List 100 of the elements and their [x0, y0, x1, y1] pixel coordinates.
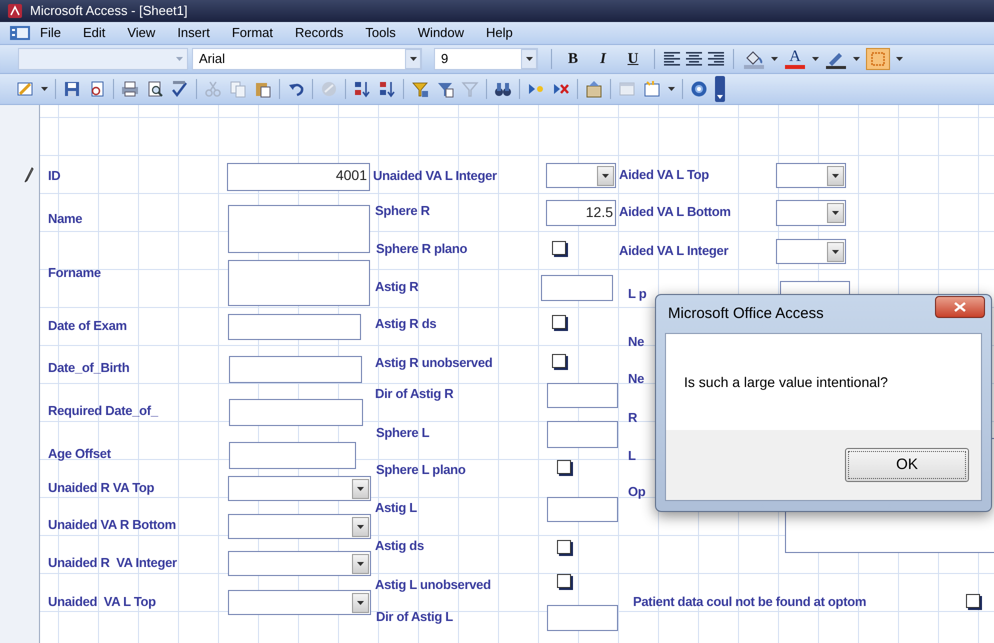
combo-box[interactable] [546, 163, 616, 188]
menu-item[interactable]: Edit [80, 23, 108, 43]
filter-by-form-icon[interactable] [436, 80, 454, 98]
form-icon[interactable] [10, 26, 30, 40]
print-preview-icon[interactable] [146, 80, 164, 98]
checkbox[interactable] [557, 460, 571, 474]
help-icon[interactable] [690, 80, 708, 98]
menu-item[interactable]: File [38, 23, 63, 43]
combo-box[interactable] [228, 476, 371, 501]
dropdown-arrow-icon [357, 486, 364, 490]
field-label: Ne [628, 334, 644, 350]
menu-item[interactable]: Format [230, 23, 275, 43]
field-label: Astig R ds [375, 316, 436, 332]
text-box[interactable] [228, 205, 370, 253]
text-box[interactable] [228, 260, 370, 306]
paint-bucket-icon[interactable] [743, 49, 765, 69]
properties-icon[interactable] [585, 80, 603, 98]
field-label: Age Offset [48, 446, 111, 462]
save-icon[interactable] [63, 80, 81, 98]
dropdown-arrow-icon[interactable] [771, 57, 778, 61]
text-box[interactable] [228, 314, 361, 340]
paste-icon[interactable] [254, 80, 272, 98]
dropdown-arrow-icon[interactable] [668, 87, 675, 91]
combo-box[interactable] [228, 514, 371, 539]
toolbar-options-button[interactable] [715, 76, 725, 102]
field-label: Aided VA L Bottom [619, 204, 731, 220]
bold-button[interactable]: B [561, 48, 585, 70]
text-box[interactable]: 4001 [227, 163, 370, 191]
dropdown-arrow-icon[interactable] [41, 87, 48, 91]
pencil-icon [24, 167, 34, 183]
menu-item[interactable]: Help [484, 23, 515, 43]
font-color-button[interactable]: A [784, 49, 806, 69]
checkbox[interactable] [966, 594, 980, 608]
combo-box[interactable] [776, 239, 846, 264]
dropdown-arrow-icon [832, 211, 839, 215]
sort-ascending-icon[interactable] [353, 80, 371, 98]
close-button[interactable] [935, 296, 985, 318]
field-label: Date of Exam [48, 318, 127, 334]
dropdown-button[interactable] [521, 49, 537, 69]
text-box[interactable]: 12.5 [546, 200, 616, 226]
field-label: Forname [48, 265, 101, 281]
field-label: Sphere R [375, 203, 430, 219]
dropdown-arrow-icon [832, 250, 839, 254]
field-label: Unaided R VA Integer [48, 555, 177, 571]
dropdown-arrow-icon [357, 524, 364, 528]
field-label: Astig ds [375, 538, 424, 554]
ok-button[interactable]: OK [845, 448, 969, 482]
font-combo[interactable]: Arial [192, 48, 422, 70]
field-label: Unaided VA R Bottom [48, 517, 176, 533]
dropdown-arrow-icon[interactable] [812, 57, 819, 61]
sort-descending-icon[interactable] [378, 80, 396, 98]
underline-button[interactable]: U [621, 48, 645, 70]
checkbox[interactable] [557, 574, 571, 588]
text-box[interactable] [541, 275, 613, 301]
text-box[interactable] [229, 442, 356, 469]
text-box[interactable] [547, 497, 618, 522]
border-icon [871, 52, 885, 66]
dropdown-arrow-icon [602, 174, 609, 178]
menu-item[interactable]: View [125, 23, 158, 43]
field-label: Aided VA L Integer [619, 243, 728, 259]
checkbox[interactable] [557, 540, 571, 554]
combo-box[interactable] [776, 163, 846, 188]
dialog-message: Is such a large value intentional? [684, 372, 888, 392]
printer-icon[interactable] [121, 80, 139, 98]
italic-button[interactable]: I [591, 48, 615, 70]
menu-item[interactable]: Records [293, 23, 346, 43]
menu-item[interactable]: Window [416, 23, 466, 43]
checkbox[interactable] [552, 315, 566, 329]
text-box[interactable] [229, 399, 363, 426]
field-label: Sphere L [376, 425, 430, 441]
align-left-icon[interactable] [664, 51, 680, 67]
filter-by-selection-icon[interactable] [411, 80, 429, 98]
binoculars-icon[interactable] [494, 80, 512, 98]
window-title: Microsoft Access - [Sheet1] [30, 2, 188, 20]
text-box[interactable] [547, 421, 618, 448]
align-center-icon[interactable] [686, 51, 702, 67]
combo-box[interactable] [228, 551, 371, 576]
combo-box[interactable] [228, 590, 371, 615]
dropdown-arrow-icon[interactable] [896, 57, 903, 61]
spelling-icon[interactable] [171, 80, 189, 98]
dropdown-arrow-icon[interactable] [853, 57, 860, 61]
field-label: Astig L unobserved [375, 577, 491, 593]
field-label: Unaided VA L Top [48, 594, 156, 610]
menu-item[interactable]: Tools [363, 23, 398, 43]
text-box[interactable] [547, 605, 618, 631]
dropdown-button[interactable] [405, 49, 421, 69]
view-icon[interactable] [16, 80, 34, 98]
new-object-icon[interactable] [643, 80, 661, 98]
align-right-icon[interactable] [708, 51, 724, 67]
checkbox[interactable] [552, 241, 566, 255]
combo-box[interactable] [776, 200, 846, 226]
text-box[interactable] [547, 383, 618, 408]
field-label: Name [48, 211, 82, 227]
menu-item[interactable]: Insert [175, 23, 212, 43]
dropdown-arrow-icon [526, 57, 532, 61]
field-label: L p [628, 286, 646, 302]
field-label: Sphere L plano [376, 462, 466, 478]
font-size-combo[interactable]: 9 [434, 48, 538, 70]
checkbox[interactable] [552, 354, 566, 368]
text-box[interactable] [229, 356, 362, 383]
